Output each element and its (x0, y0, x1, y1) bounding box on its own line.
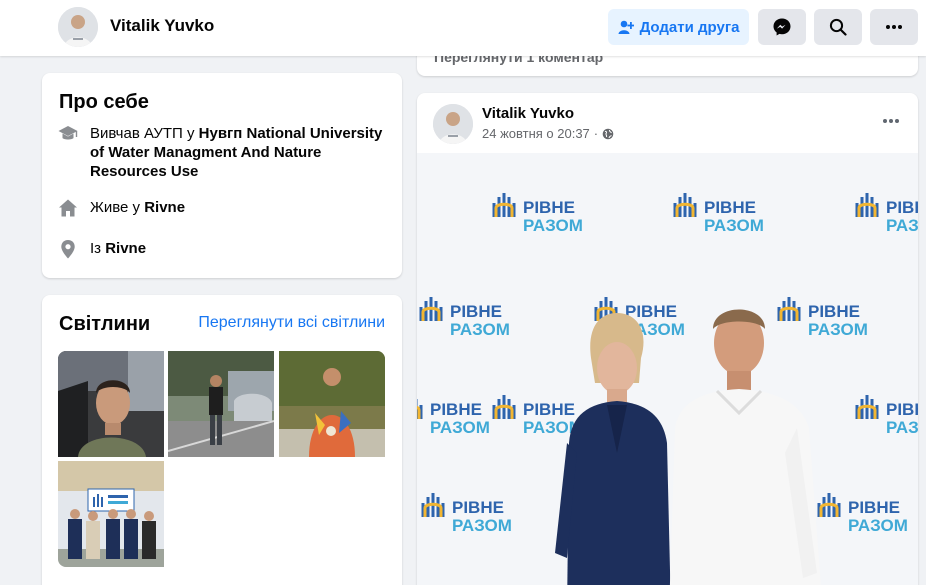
about-from-row: Із Rivne (58, 239, 146, 259)
svg-text:РАЗОМ: РАЗОМ (704, 216, 764, 235)
photos-title: Світлини (59, 313, 151, 335)
add-friend-icon (618, 20, 634, 34)
profile-avatar[interactable] (58, 7, 98, 47)
svg-text:РАЗОМ: РАЗОМ (430, 418, 490, 437)
svg-text:РІВНЕ: РІВНЕ (886, 198, 918, 217)
messenger-icon (773, 18, 791, 36)
post-photo[interactable]: РІВНЕ РАЗОМ РІВНЕ РАЗОМ РІВНЕ РАЗОМ РІВН… (417, 153, 918, 585)
svg-text:РІВНЕ: РІВНЕ (523, 400, 575, 419)
svg-text:РАЗОМ: РАЗОМ (523, 216, 583, 235)
svg-text:РІВНЕ: РІВНЕ (808, 302, 860, 321)
svg-text:РІВНЕ: РІВНЕ (523, 198, 575, 217)
post-author-avatar[interactable] (433, 104, 473, 144)
from-place-link[interactable]: Rivne (105, 240, 146, 257)
home-icon (59, 199, 77, 217)
svg-text:РІВНЕ: РІВНЕ (450, 302, 502, 321)
education-prefix: Вивчав АУТП у (90, 125, 199, 142)
svg-text:РІВНЕ: РІВНЕ (430, 400, 482, 419)
post-author-name[interactable]: Vitalik Yuvko (482, 105, 574, 122)
profile-name[interactable]: Vitalik Yuvko (110, 16, 214, 36)
about-lives-text: Живе у Rivne (90, 198, 185, 217)
photo-thumbnail[interactable] (58, 351, 164, 457)
svg-text:РАЗОМ: РАЗОМ (886, 418, 918, 437)
more-icon (883, 119, 899, 123)
about-lives-row: Живе у Rivne (58, 198, 185, 218)
svg-text:РАЗОМ: РАЗОМ (450, 320, 510, 339)
graduation-cap-icon (58, 126, 78, 140)
search-icon (829, 18, 847, 36)
about-title: Про себе (59, 91, 149, 113)
svg-text:РІВНЕ: РІВНЕ (848, 498, 900, 517)
about-education-row: Вивчав АУТП у Нувгп National University … (58, 124, 388, 181)
post-timestamp[interactable]: 24 жовтня о 20:37 (482, 126, 590, 141)
post-more-button[interactable] (882, 111, 900, 129)
svg-text:РІВНЕ: РІВНЕ (452, 498, 504, 517)
photo-thumbnail[interactable] (168, 351, 274, 457)
profile-header-bar: Vitalik Yuvko Додати друга (0, 0, 926, 56)
photos-card: Світлини Переглянути всі світлини (42, 295, 402, 585)
from-prefix: Із (90, 240, 106, 257)
separator-dot: · (593, 126, 599, 141)
lives-prefix: Живе у (90, 199, 145, 216)
search-button[interactable] (814, 9, 862, 45)
about-education-text: Вивчав АУТП у Нувгп National University … (90, 124, 388, 181)
about-from-text: Із Rivne (90, 239, 146, 258)
svg-text:РАЗОМ: РАЗОМ (886, 216, 918, 235)
post-card: Vitalik Yuvko 24 жовтня о 20:37 · РІВНЕ … (417, 93, 918, 585)
svg-text:РАЗОМ: РАЗОМ (452, 516, 512, 535)
photo-thumbnail[interactable] (58, 461, 164, 567)
lives-place-link[interactable]: Rivne (144, 199, 185, 216)
photo-thumbnail[interactable] (279, 351, 385, 457)
globe-icon (602, 128, 614, 139)
more-options-button[interactable] (870, 9, 918, 45)
add-friend-label: Додати друга (639, 18, 740, 36)
svg-text:РІВНЕ: РІВНЕ (886, 400, 918, 419)
svg-text:РАЗОМ: РАЗОМ (808, 320, 868, 339)
about-card: Про себе Вивчав АУТП у Нувгп National Un… (42, 73, 402, 278)
see-all-photos-link[interactable]: Переглянути всі світлини (198, 314, 385, 332)
messenger-button[interactable] (758, 9, 806, 45)
svg-text:РІВНЕ: РІВНЕ (704, 198, 756, 217)
more-icon (886, 25, 902, 29)
add-friend-button[interactable]: Додати друга (608, 9, 749, 45)
location-pin-icon (61, 240, 75, 259)
post-meta: 24 жовтня о 20:37 · (482, 126, 614, 141)
svg-text:РАЗОМ: РАЗОМ (848, 516, 908, 535)
